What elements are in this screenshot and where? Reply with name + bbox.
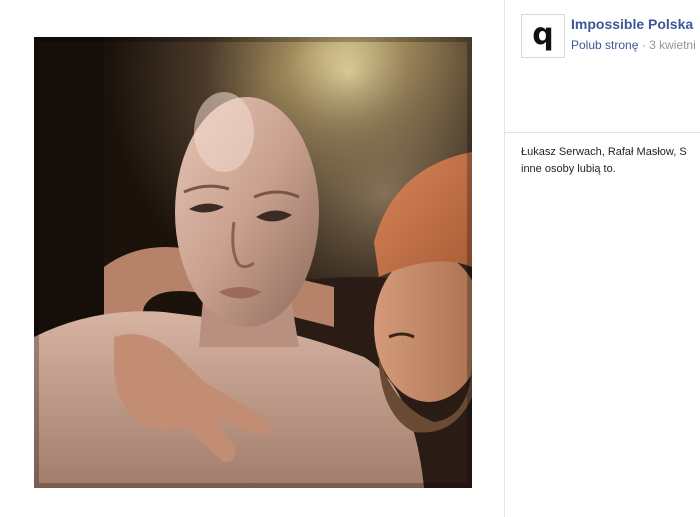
- post-meta: Polub stronę · 3 kwietni: [571, 38, 696, 52]
- post-photo[interactable]: [34, 37, 472, 488]
- photo-stage: [0, 0, 504, 517]
- likes-names: Łukasz Serwach, Rafał Masłow, S: [521, 146, 687, 158]
- section-divider: [505, 132, 700, 133]
- like-page-link[interactable]: Polub stronę: [571, 38, 638, 52]
- likes-suffix: inne osoby lubią to.: [521, 163, 616, 175]
- side-panel: q Impossible Polska Polub stronę · 3 kwi…: [505, 0, 700, 517]
- post-header: q Impossible Polska Polub stronę · 3 kwi…: [505, 0, 700, 132]
- page-name-link[interactable]: Impossible Polska: [571, 16, 693, 32]
- page-avatar[interactable]: q: [521, 14, 565, 58]
- avatar-glyph: q: [532, 17, 554, 52]
- likes-summary[interactable]: Łukasz Serwach, Rafał Masłow, S inne oso…: [521, 144, 700, 178]
- polaroid-image: [34, 37, 472, 488]
- meta-separator: ·: [638, 38, 650, 52]
- post-date[interactable]: 3 kwietni: [649, 38, 696, 52]
